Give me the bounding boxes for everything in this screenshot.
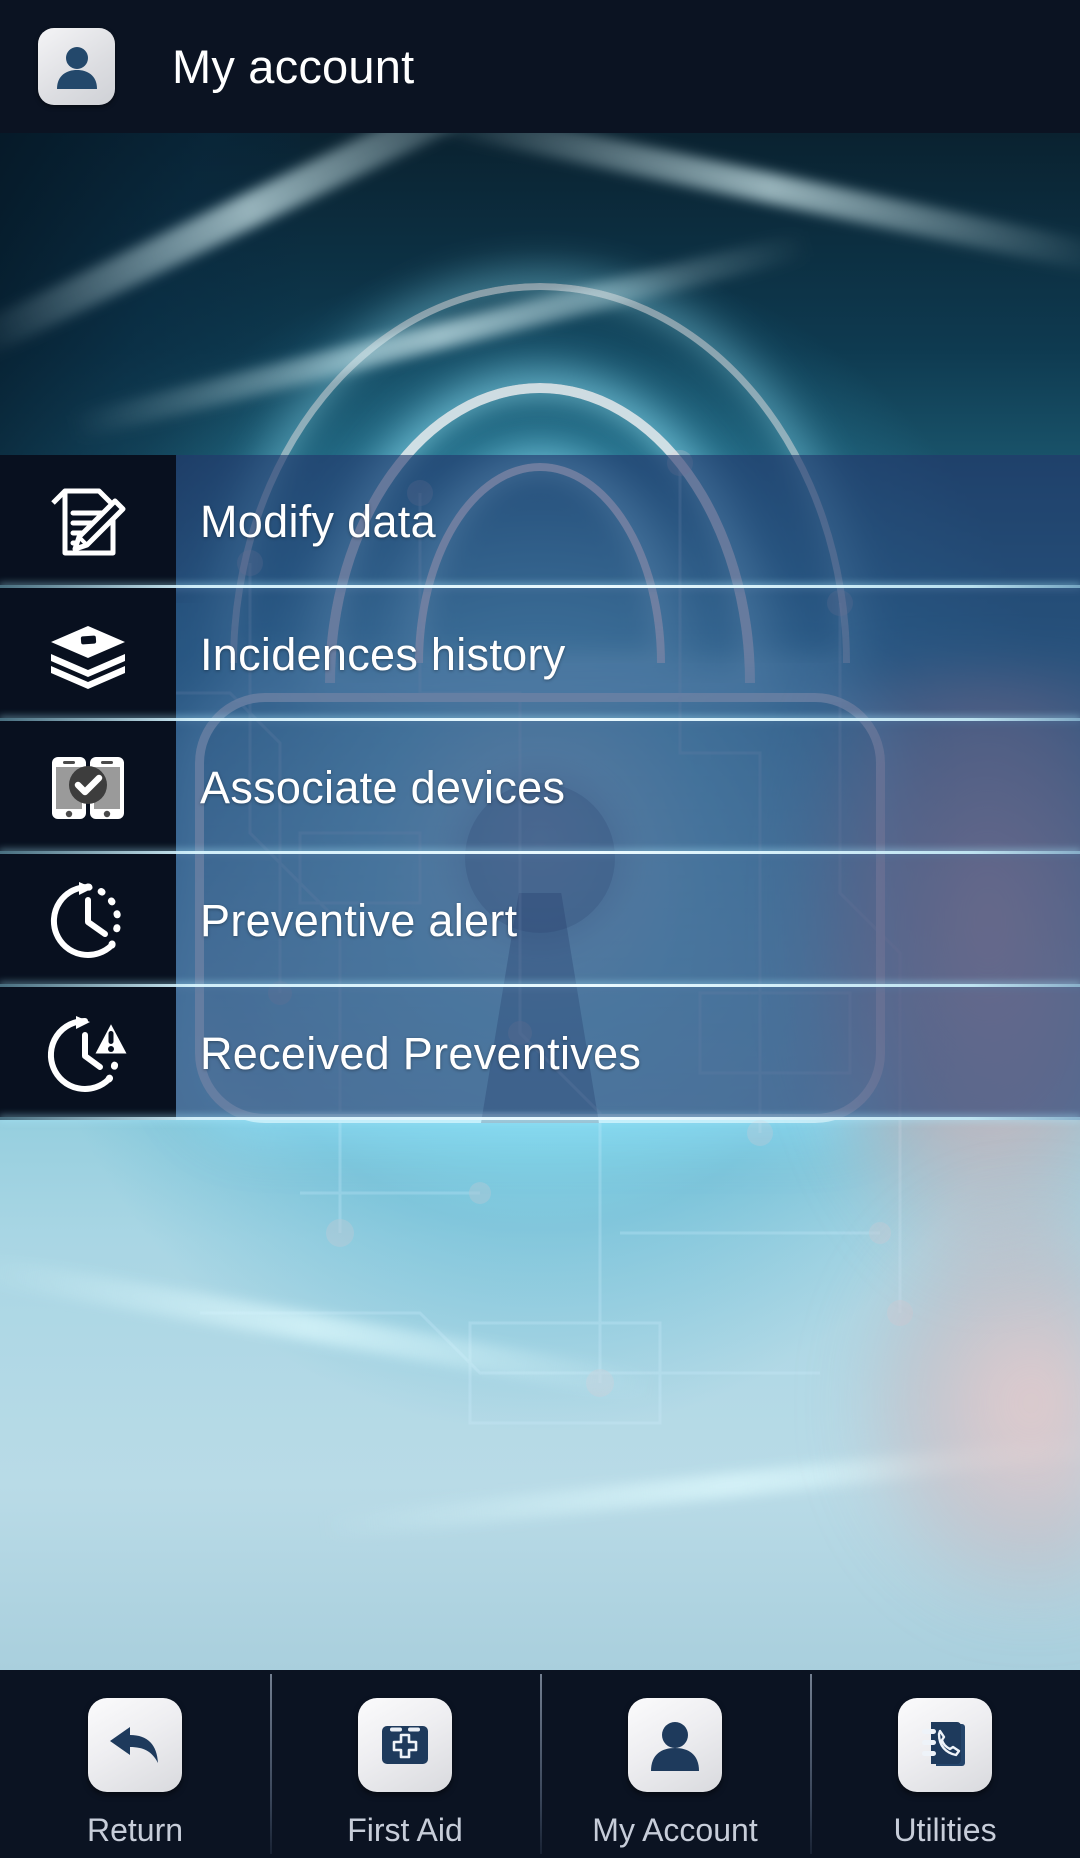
app-header: My account (0, 0, 1080, 133)
nav-item-return[interactable]: Return (0, 1670, 270, 1858)
page-title: My account (172, 40, 415, 93)
menu-item-incidences-history[interactable]: Incidences history (0, 588, 1080, 721)
menu-item-label-cell: Modify data (176, 455, 1080, 588)
menu-item-associate-devices[interactable]: Associate devices (0, 721, 1080, 854)
account-menu-list: Modify data Incidences history Associate… (0, 455, 1080, 1120)
row-separator (0, 1117, 1080, 1120)
menu-item-received-preventives[interactable]: Received Preventives (0, 987, 1080, 1120)
menu-item-label-cell: Received Preventives (176, 987, 1080, 1120)
menu-item-label: Modify data (200, 495, 436, 547)
background-skin-blur-lower (850, 1193, 1080, 1613)
nav-item-first-aid[interactable]: First Aid (270, 1670, 540, 1858)
bottom-navigation-bar: Return First Aid My Account Utilities (0, 1670, 1080, 1858)
nav-item-label: First Aid (347, 1812, 463, 1848)
back-arrow-icon (88, 1698, 182, 1792)
menu-item-label-cell: Preventive alert (176, 854, 1080, 987)
user-avatar-icon (38, 28, 115, 105)
phone-book-icon (898, 1698, 992, 1792)
menu-item-label: Received Preventives (200, 1027, 642, 1079)
menu-item-label: Associate devices (200, 761, 566, 813)
nav-item-label: Utilities (893, 1812, 997, 1848)
menu-item-preventive-alert[interactable]: Preventive alert (0, 854, 1080, 987)
menu-item-label: Incidences history (200, 628, 566, 680)
two-phones-check-icon (0, 721, 176, 854)
menu-item-label-cell: Associate devices (176, 721, 1080, 854)
clock-warning-icon (0, 987, 176, 1120)
nav-item-label: My Account (592, 1812, 758, 1848)
menu-item-modify-data[interactable]: Modify data (0, 455, 1080, 588)
document-pencil-icon (0, 455, 176, 588)
nav-item-label: Return (86, 1812, 184, 1848)
clock-arrow-icon (0, 854, 176, 987)
menu-item-label-cell: Incidences history (176, 588, 1080, 721)
first-aid-kit-icon (358, 1698, 452, 1792)
nav-item-my-account[interactable]: My Account (540, 1670, 810, 1858)
user-avatar-icon (628, 1698, 722, 1792)
menu-item-label: Preventive alert (200, 894, 518, 946)
stacked-books-icon (0, 588, 176, 721)
nav-item-utilities[interactable]: Utilities (810, 1670, 1080, 1858)
